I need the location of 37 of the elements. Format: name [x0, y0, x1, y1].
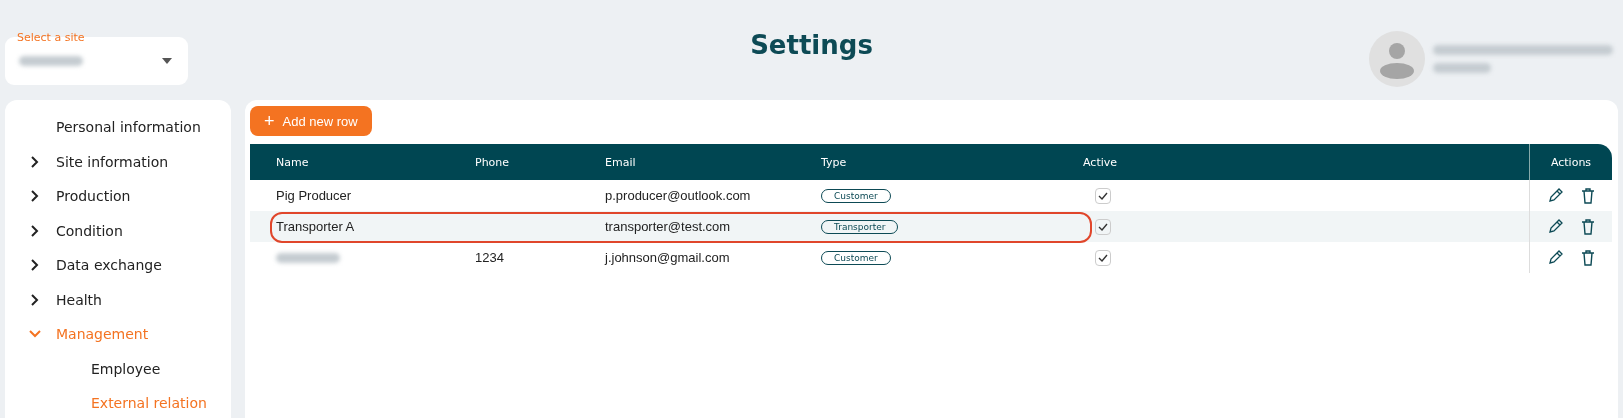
page-title: Settings — [750, 30, 873, 60]
sidebar-item[interactable]: Health — [56, 291, 102, 308]
site-select-label: Select a site — [17, 31, 85, 44]
checkbox[interactable] — [1095, 249, 1111, 266]
blurred-text — [276, 252, 340, 263]
checkbox[interactable] — [1095, 187, 1111, 204]
sidebar-item[interactable]: Data exchange — [56, 257, 162, 274]
table-cell: j.johnson@gmail.com — [605, 250, 730, 265]
column-header: Email — [604, 155, 637, 169]
column-header: Phone — [474, 155, 511, 169]
delete-icon[interactable] — [1581, 218, 1595, 235]
column-header: Type — [820, 155, 848, 169]
column-header: Actions — [1550, 155, 1592, 169]
sidebar-item[interactable]: Production — [56, 188, 131, 205]
table-cell: 1234 — [475, 250, 504, 265]
column-header: Active — [1082, 155, 1119, 169]
check-icon — [1098, 191, 1108, 200]
table-cell: transporter@test.com — [605, 219, 731, 234]
edit-icon[interactable] — [1547, 218, 1563, 235]
sidebar-item[interactable]: Condition — [56, 222, 123, 239]
blurred-text — [1433, 63, 1491, 73]
table-cell: p.producer@outlook.com — [605, 188, 751, 203]
delete-icon[interactable] — [1581, 249, 1595, 266]
check-icon — [1098, 253, 1108, 262]
dropdown-caret-icon — [162, 58, 172, 64]
edit-icon[interactable] — [1547, 187, 1563, 204]
delete-icon[interactable] — [1581, 187, 1595, 204]
column-header: Name — [275, 155, 310, 169]
sidebar-subitem[interactable]: Employee — [5, 351, 231, 386]
table-cell: Pig Producer — [276, 188, 352, 203]
blurred-text — [19, 56, 83, 66]
sidebar-item[interactable]: Personal information — [56, 119, 201, 136]
sidebar-item[interactable]: Site information — [56, 153, 169, 170]
table-cell: Transporter A — [276, 219, 355, 234]
edit-icon[interactable] — [1547, 249, 1563, 266]
check-icon — [1098, 222, 1108, 231]
checkbox[interactable] — [1095, 218, 1111, 235]
